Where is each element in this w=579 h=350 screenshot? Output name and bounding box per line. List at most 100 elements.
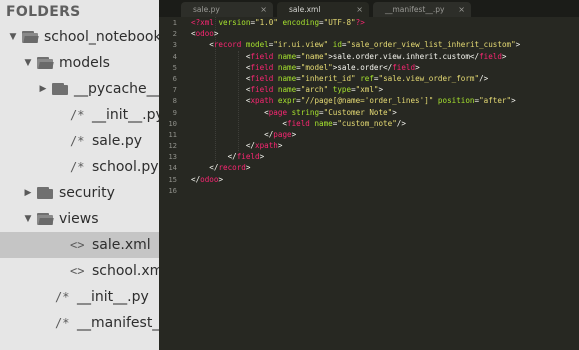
- code-line[interactable]: </record>: [191, 162, 579, 173]
- code-token: "UTF-8": [323, 18, 356, 27]
- folder-label: views: [59, 211, 99, 227]
- chevron-down-icon[interactable]: ▼: [23, 206, 33, 232]
- file-label: sale.py: [92, 133, 142, 149]
- code-token: ?>: [355, 18, 365, 27]
- line-number: 2: [172, 29, 177, 39]
- code-token: "sale_order_view_list_inherit_custom": [346, 40, 516, 50]
- folder-item[interactable]: ▼ views: [0, 206, 159, 232]
- line-number-gutter: 1 2 3 4 5 6 7 8 9 10 11 12 13 14 15 16: [159, 17, 179, 350]
- file-item[interactable]: /* __init__.py: [0, 284, 159, 310]
- folder-item[interactable]: ▶ security: [0, 180, 159, 206]
- folder-label: models: [59, 55, 110, 71]
- tab-sale-xml[interactable]: sale.xml ×: [277, 2, 369, 17]
- file-item[interactable]: /* school.py: [0, 154, 159, 180]
- code-token: >: [259, 152, 265, 162]
- close-icon[interactable]: ×: [260, 2, 267, 17]
- code-token: expr: [277, 96, 297, 106]
- code-content[interactable]: <?xml version="1.0" encoding="UTF-8"?> <o…: [191, 17, 579, 196]
- code-line[interactable]: <page string="Customer Note">: [191, 107, 579, 118]
- code-token: field: [236, 152, 260, 162]
- line-number: 16: [168, 185, 177, 195]
- file-item[interactable]: /* sale.py: [0, 128, 159, 154]
- folder-item[interactable]: ▶ __pycache__: [0, 76, 159, 102]
- python-file-icon: /*: [70, 134, 85, 148]
- file-label: __init__.py: [92, 107, 159, 123]
- tab-sale-py[interactable]: sale.py ×: [181, 2, 273, 17]
- code-token: <: [191, 62, 251, 72]
- code-token: name: [277, 62, 297, 72]
- line-number: 5: [172, 62, 177, 72]
- code-line[interactable]: <field name="inherit_id" ref="sale.view_…: [191, 73, 579, 84]
- xml-file-icon: <>: [70, 238, 85, 252]
- code-token: version: [218, 18, 251, 27]
- line-number: 10: [168, 118, 177, 128]
- code-token: </: [191, 174, 201, 184]
- code-token: "custom_note": [337, 118, 397, 128]
- code-line[interactable]: <odoo>: [191, 28, 579, 39]
- line-number: 1: [172, 18, 177, 27]
- code-token: </: [191, 163, 219, 173]
- code-line[interactable]: <record model="ir.ui.view" id="sale_orde…: [191, 39, 579, 50]
- file-item[interactable]: /* __init__.py: [0, 102, 159, 128]
- code-token: field: [479, 51, 502, 61]
- code-token: ref: [360, 73, 374, 83]
- code-token: >: [415, 62, 420, 72]
- code-token: </: [191, 141, 256, 151]
- code-token: xpath: [255, 141, 278, 151]
- file-item[interactable]: <> school.xml: [0, 258, 159, 284]
- code-line[interactable]: <field name="arch" type="xml">: [191, 84, 579, 95]
- code-token: odoo: [195, 29, 214, 39]
- code-token: <: [191, 118, 288, 128]
- line-number: 15: [168, 174, 177, 184]
- file-item[interactable]: /* __manifest__.py: [0, 310, 159, 336]
- code-token: >: [291, 129, 297, 139]
- line-number: 7: [172, 85, 177, 95]
- code-token: >: [277, 141, 283, 151]
- file-label: sale.xml: [92, 237, 151, 253]
- close-icon[interactable]: ×: [458, 2, 465, 17]
- code-token: position: [437, 96, 475, 106]
- folder-icon: [52, 83, 68, 95]
- code-line[interactable]: </page>: [191, 129, 579, 140]
- code-line[interactable]: [191, 185, 579, 196]
- chevron-right-icon[interactable]: ▶: [38, 76, 48, 102]
- tab-manifest-py[interactable]: __manifest__.py ×: [373, 2, 471, 17]
- code-line[interactable]: <xpath expr="//page[@name='order_lines']…: [191, 95, 579, 106]
- tab-label: __manifest__.py: [385, 5, 445, 14]
- code-line[interactable]: <field name="custom_note"/>: [191, 118, 579, 129]
- code-line[interactable]: </field>: [191, 151, 579, 162]
- folder-open-icon: [37, 213, 54, 225]
- python-file-icon: /*: [70, 160, 85, 174]
- code-token: "1.0": [255, 18, 278, 27]
- code-token: name: [277, 51, 297, 61]
- code-token: <: [191, 107, 269, 117]
- code-token: "Customer Note": [323, 107, 393, 117]
- chevron-right-icon[interactable]: ▶: [23, 180, 33, 206]
- code-token: </: [191, 152, 237, 162]
- code-line[interactable]: </odoo>: [191, 174, 579, 185]
- line-number: 9: [172, 107, 177, 117]
- folder-item[interactable]: ▼ school_notebook: [0, 24, 159, 50]
- code-line[interactable]: <field name="name">sale.order.view.inher…: [191, 51, 579, 62]
- close-icon[interactable]: ×: [356, 2, 363, 17]
- tab-bar: sale.py × sale.xml × __manifest__.py ×: [159, 0, 579, 17]
- code-line[interactable]: <?xml version="1.0" encoding="UTF-8"?>: [191, 17, 579, 28]
- code-token: record: [218, 163, 246, 173]
- code-token: "ir.ui.view": [273, 40, 329, 50]
- code-line[interactable]: <field name="model">sale.order</field>: [191, 62, 579, 73]
- code-token: page: [273, 129, 292, 139]
- code-token: field: [287, 118, 310, 128]
- chevron-down-icon[interactable]: ▼: [23, 50, 33, 76]
- code-token: >: [213, 29, 219, 39]
- folder-label: school_notebook: [44, 29, 159, 45]
- code-line[interactable]: </xpath>: [191, 140, 579, 151]
- folder-item[interactable]: ▼ models: [0, 50, 159, 76]
- chevron-down-icon[interactable]: ▼: [8, 24, 18, 50]
- code-token: xpath: [250, 96, 274, 106]
- code-token: field: [250, 51, 274, 61]
- python-file-icon: /*: [55, 290, 70, 304]
- file-item[interactable]: <> sale.xml: [0, 232, 159, 258]
- code-editor[interactable]: 1 2 3 4 5 6 7 8 9 10 11 12 13 14 15 16 <?xml version="1…: [159, 17, 579, 350]
- line-number: 8: [172, 96, 177, 106]
- code-token: name: [277, 73, 297, 83]
